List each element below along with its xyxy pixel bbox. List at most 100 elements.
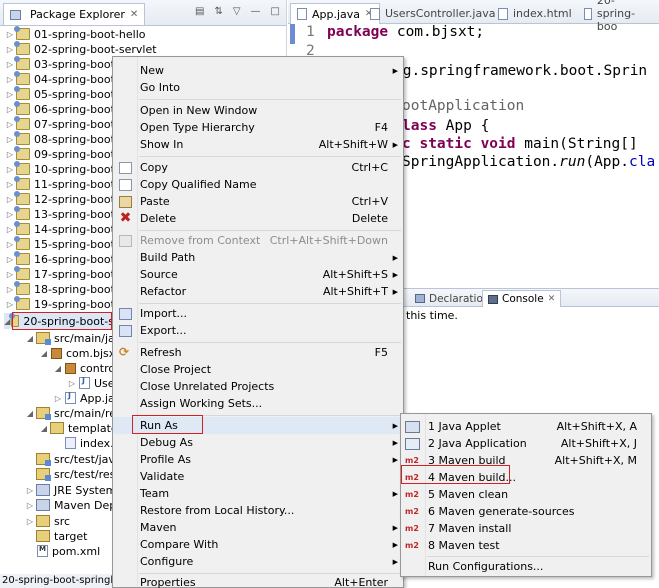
menu-item-team[interactable]: Team ▶: [113, 485, 403, 502]
console-icon: [488, 294, 498, 304]
menu-item-configure[interactable]: Configure ▶: [113, 553, 403, 570]
tab-index-html[interactable]: index.html: [492, 3, 578, 24]
tree-item-package[interactable]: ◢ com.bjsxt: [38, 345, 120, 361]
expand-arrow-icon[interactable]: ▷: [52, 394, 64, 403]
tree-item-folder[interactable]: ◢ templates: [38, 420, 123, 436]
tree-item-project[interactable]: ▷ 14-spring-boot-e: [4, 221, 126, 237]
menu-separator: [427, 556, 649, 557]
expand-arrow-icon[interactable]: ▷: [66, 379, 78, 388]
tree-item-project[interactable]: ▷ 10-spring-boot-v: [4, 161, 125, 177]
expand-arrow-icon[interactable]: ▷: [24, 517, 36, 526]
submenu-item-java-applet[interactable]: 1 Java Applet Alt+Shift+X, A: [401, 418, 651, 435]
menu-item-refactor[interactable]: Refactor Alt+Shift+T ▶: [113, 283, 403, 300]
menu-item-build-path[interactable]: Build Path ▶: [113, 249, 403, 266]
collapse-arrow-icon[interactable]: ◢: [52, 364, 64, 373]
menu-item-go-into[interactable]: Go Into: [113, 79, 403, 96]
collapse-all-icon[interactable]: ▤: [195, 6, 204, 17]
menu-item-new[interactable]: New ▶: [113, 62, 403, 79]
submenu-arrow-icon: ▶: [392, 287, 398, 296]
menu-item-source[interactable]: Source Alt+Shift+S ▶: [113, 266, 403, 283]
tree-item-project[interactable]: ▷ 15-spring-boot-e: [4, 236, 126, 252]
submenu-item-maven-generate-sources[interactable]: m2 6 Maven generate-sources: [401, 503, 651, 520]
submenu-item-maven-test[interactable]: m2 8 Maven test: [401, 537, 651, 554]
menu-item-export[interactable]: Export...: [113, 322, 403, 339]
expand-arrow-icon[interactable]: ▷: [24, 501, 36, 510]
menu-item-show-in[interactable]: Show In Alt+Shift+W ▶: [113, 136, 403, 153]
menu-item-debug-as[interactable]: Debug As ▶: [113, 434, 403, 451]
collapse-arrow-icon[interactable]: ◢: [38, 349, 50, 358]
menu-item-properties[interactable]: Properties Alt+Enter: [113, 574, 403, 588]
tree-item-project[interactable]: ▷ 06-spring-boot-st: [4, 101, 129, 117]
menu-item-profile-as[interactable]: Profile As ▶: [113, 451, 403, 468]
minimize-icon[interactable]: —: [251, 6, 261, 17]
view-menu-icon[interactable]: ▽: [233, 6, 241, 17]
tree-item-project[interactable]: ▷ 03-spring-boot-fi: [4, 56, 126, 72]
collapse-arrow-icon[interactable]: ◢: [38, 424, 50, 433]
context-menu: New ▶ Go Into Open in New Window Open Typ…: [112, 56, 404, 588]
menu-item-copy[interactable]: Copy Ctrl+C: [113, 159, 403, 176]
tree-item-project[interactable]: ▷ 07-spring-boot-fi: [4, 116, 126, 132]
code-line-3: rg.springframework.boot.Sprin: [394, 63, 648, 79]
tree-item-project[interactable]: ▷ 18-spring-boot-e: [4, 281, 126, 297]
menu-item-compare-with[interactable]: Compare With ▶: [113, 536, 403, 553]
collapse-arrow-icon[interactable]: ◢: [24, 334, 36, 343]
submenu-item-maven-install[interactable]: m2 7 Maven install: [401, 520, 651, 537]
menu-item-copy-qualified-name[interactable]: Copy Qualified Name: [113, 176, 403, 193]
code-line-7: c static void main(String[]: [402, 136, 638, 152]
tree-item-project[interactable]: ▷ 02-spring-boot-servlet: [4, 41, 157, 57]
menu-item-maven[interactable]: Maven ▶: [113, 519, 403, 536]
tree-item-folder[interactable]: ▷ src: [24, 513, 70, 529]
tree-item-project[interactable]: ▷ 16-spring-boot-e: [4, 251, 126, 267]
menu-item-validate[interactable]: Validate: [113, 468, 403, 485]
menu-item-close-unrelated-projects[interactable]: Close Unrelated Projects: [113, 378, 403, 395]
menu-item-delete[interactable]: ✖ Delete Delete: [113, 210, 403, 227]
tree-item-project[interactable]: ▷ 08-spring-boot-v: [4, 131, 125, 147]
explorer-tab-bar: Package Explorer ✕ ▤ ⇅ ▽ — □: [0, 0, 286, 26]
close-icon[interactable]: ✕: [130, 9, 138, 20]
tree-item-project[interactable]: ▷ 13-spring-boot-v: [4, 206, 125, 222]
tree-item-project[interactable]: ▷ 09-spring-boot-v: [4, 146, 125, 162]
menu-item-open-type-hierarchy[interactable]: Open Type Hierarchy F4: [113, 119, 403, 136]
menu-item-paste[interactable]: Paste Ctrl+V: [113, 193, 403, 210]
collapse-arrow-icon[interactable]: ◢: [24, 409, 36, 418]
submenu-item-java-application[interactable]: 2 Java Application Alt+Shift+X, J: [401, 435, 651, 452]
tab-users-controller[interactable]: UsersController.java: [364, 3, 501, 24]
menu-item-close-project[interactable]: Close Project: [113, 361, 403, 378]
tree-item-project[interactable]: ▷ 05-spring-boot-st: [4, 86, 129, 102]
package-explorer-tab[interactable]: Package Explorer ✕: [3, 3, 146, 25]
tree-item-project[interactable]: ▷ 17-spring-boot-e: [4, 266, 126, 282]
tab-console[interactable]: Console ✕: [482, 290, 562, 307]
menu-item-import[interactable]: Import...: [113, 305, 403, 322]
menu-item-assign-working-sets[interactable]: Assign Working Sets...: [113, 395, 403, 412]
close-icon[interactable]: ✕: [548, 294, 556, 304]
tree-item-project[interactable]: ▷ 04-spring-boot-li: [4, 71, 125, 87]
java-file-icon: [79, 376, 90, 389]
submenu-item-run-configurations[interactable]: Run Configurations...: [401, 558, 651, 575]
tree-item-project[interactable]: ▷ 11-spring-boot-v: [4, 176, 125, 192]
tree-item-project[interactable]: ▷ 12-spring-boot-s: [4, 191, 125, 207]
submenu-item-maven-build-dialog[interactable]: m2 4 Maven build...: [401, 469, 651, 486]
html-file-icon: [498, 7, 508, 20]
tree-item-folder[interactable]: target: [24, 528, 87, 544]
tree-item-label: src: [54, 514, 71, 528]
library-icon: [36, 499, 50, 511]
menu-item-refresh[interactable]: ⟳ Refresh F5: [113, 344, 403, 361]
project-icon: [14, 191, 30, 205]
menu-item-restore-from-local-history[interactable]: Restore from Local History...: [113, 502, 403, 519]
tree-item-source-folder[interactable]: src/test/java: [24, 451, 122, 467]
link-editor-icon[interactable]: ⇅: [214, 6, 222, 17]
menu-item-open-in-new-window[interactable]: Open in New Window: [113, 102, 403, 119]
menu-item-run-as[interactable]: Run As ▶: [113, 417, 403, 434]
tab-project-pom[interactable]: 20-spring-boo: [578, 0, 659, 33]
tree-item-xml-file[interactable]: pom.xml: [24, 543, 100, 559]
project-icon: [14, 26, 30, 40]
tree-item-package[interactable]: ◢ controll: [52, 360, 121, 376]
code-line-8: SpringApplication.run(App.cla: [402, 154, 656, 170]
project-icon: [14, 101, 30, 115]
tree-item-project[interactable]: ▷ 01-spring-boot-hello: [4, 26, 146, 42]
submenu-item-maven-build[interactable]: m2 3 Maven build Alt+Shift+X, M: [401, 452, 651, 469]
expand-arrow-icon[interactable]: ▷: [24, 486, 36, 495]
maximize-icon[interactable]: □: [271, 6, 280, 17]
submenu-item-maven-clean[interactable]: m2 5 Maven clean: [401, 486, 651, 503]
paste-icon: [119, 195, 132, 208]
